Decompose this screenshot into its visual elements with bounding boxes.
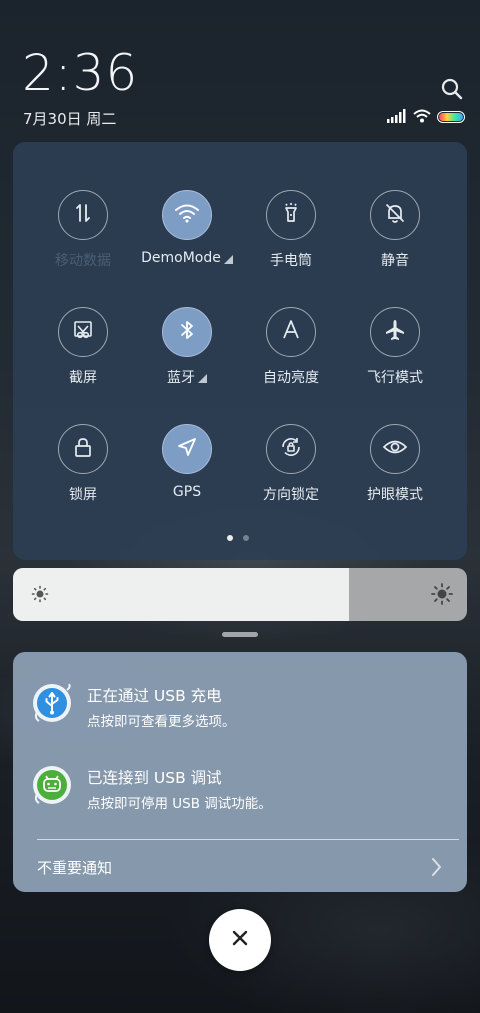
brightness-fill — [13, 568, 349, 621]
tile-label-text: 自动亮度 — [263, 370, 319, 386]
tile-screenshot[interactable]: 截屏 — [31, 307, 135, 407]
signal-icon — [387, 108, 407, 127]
page-indicator — [227, 535, 249, 541]
tile-label: 飞行模式 — [367, 367, 423, 387]
wifi-icon — [413, 108, 431, 127]
tile-bluetooth[interactable]: 蓝牙 — [135, 307, 239, 407]
tile-auto-brightness[interactable]: 自动亮度 — [239, 307, 343, 407]
tile-toggle[interactable] — [370, 424, 420, 474]
tile-lock-screen[interactable]: 锁屏 — [31, 424, 135, 524]
tile-label: GPS — [173, 484, 201, 500]
tile-rotation-lock[interactable]: 方向锁定 — [239, 424, 343, 524]
tile-mute[interactable]: 静音 — [343, 190, 447, 290]
date: 7月30日 周二 — [23, 110, 117, 128]
tile-label: 静音 — [381, 250, 409, 270]
tile-label: 自动亮度 — [263, 367, 319, 387]
tile-wifi[interactable]: DemoMode — [135, 190, 239, 290]
brightness-high-icon — [431, 583, 453, 609]
android-icon — [31, 764, 73, 806]
notification-body: 点按即可查看更多选项。 — [87, 714, 236, 730]
unimportant-notifications-link[interactable]: 不重要通知 — [37, 857, 112, 878]
tile-toggle[interactable] — [162, 424, 212, 474]
tile-toggle[interactable] — [370, 190, 420, 240]
usb-icon — [31, 682, 73, 724]
tile-label-text: 护眼模式 — [367, 487, 423, 503]
expand-indicator-icon[interactable] — [198, 374, 207, 383]
page-dot-2[interactable] — [243, 535, 249, 541]
bell-mute-icon — [383, 201, 407, 229]
clock: 2:36 — [22, 44, 139, 102]
brightness-low-icon — [31, 585, 49, 607]
divider — [37, 839, 459, 840]
notification-usb-debugging[interactable]: 已连接到 USB 调试 点按即可停用 USB 调试功能。 — [31, 764, 451, 824]
page-dot-1[interactable] — [227, 535, 233, 541]
tile-label-text: 蓝牙 — [167, 370, 195, 386]
tile-toggle[interactable] — [266, 190, 316, 240]
status-bar-icons — [387, 108, 465, 126]
tile-label-text: 手电筒 — [270, 253, 312, 269]
tile-label: DemoMode — [141, 250, 233, 266]
tile-label-text: 方向锁定 — [263, 487, 319, 503]
tile-label: 锁屏 — [69, 484, 97, 504]
tile-eye-care[interactable]: 护眼模式 — [343, 424, 447, 524]
tile-toggle[interactable] — [58, 307, 108, 357]
tile-toggle[interactable] — [266, 307, 316, 357]
tile-toggle[interactable] — [370, 307, 420, 357]
expand-indicator-icon[interactable] — [223, 255, 233, 264]
tile-toggle[interactable] — [162, 307, 212, 357]
notification-body: 点按即可停用 USB 调试功能。 — [87, 796, 272, 812]
tile-flashlight[interactable]: 手电筒 — [239, 190, 343, 290]
tile-label-text: 飞行模式 — [367, 370, 423, 386]
notification-title: 已连接到 USB 调试 — [87, 769, 222, 787]
tile-label: 手电筒 — [270, 250, 312, 270]
wifi-icon — [174, 203, 200, 227]
quick-settings-panel: 移动数据 DemoMode 手电筒 静音截屏 蓝牙 自动亮度 飞行模式锁屏 GPS 方向锁定 护眼… — [13, 142, 467, 560]
tile-label: 方向锁定 — [263, 484, 319, 504]
tile-label-text: 截屏 — [69, 370, 97, 386]
bluetooth-icon — [177, 318, 197, 346]
tile-label-text: DemoMode — [141, 250, 221, 266]
data-arrows-icon — [71, 201, 95, 229]
battery-level — [439, 112, 463, 121]
notification-usb-charging[interactable]: 正在通过 USB 充电 点按即可查看更多选项。 — [31, 682, 451, 742]
battery-icon — [437, 108, 465, 127]
flashlight-icon — [279, 201, 303, 229]
tile-label-text: 移动数据 — [55, 253, 111, 269]
tile-gps[interactable]: GPS — [135, 424, 239, 524]
lock-icon — [71, 435, 95, 463]
panel-drag-handle[interactable] — [222, 632, 258, 637]
tile-label-text: 锁屏 — [69, 487, 97, 503]
tile-toggle[interactable] — [266, 424, 316, 474]
eye-icon — [382, 435, 408, 463]
tile-label-text: GPS — [172, 484, 202, 500]
notification-panel: 正在通过 USB 充电 点按即可查看更多选项。 已连接到 USB 调试 点按即可… — [13, 652, 467, 892]
rotation-lock-icon — [279, 435, 303, 463]
notification-title: 正在通过 USB 充电 — [87, 687, 222, 705]
tile-mobile-data[interactable]: 移动数据 — [31, 190, 135, 290]
airplane-icon — [383, 318, 407, 346]
tile-airplane[interactable]: 飞行模式 — [343, 307, 447, 407]
tile-label: 蓝牙 — [167, 367, 207, 387]
auto-brightness-icon — [279, 318, 303, 346]
tile-toggle[interactable] — [162, 190, 212, 240]
location-arrow-icon — [175, 435, 199, 463]
search-icon[interactable] — [440, 77, 464, 101]
tile-label-text: 静音 — [381, 253, 409, 269]
close-icon — [231, 929, 249, 951]
tile-toggle[interactable] — [58, 190, 108, 240]
tile-label: 移动数据 — [55, 250, 111, 270]
scissors-icon — [71, 318, 95, 346]
tile-label: 截屏 — [69, 367, 97, 387]
close-button[interactable] — [209, 909, 271, 971]
tile-toggle[interactable] — [58, 424, 108, 474]
tile-label: 护眼模式 — [367, 484, 423, 504]
brightness-slider[interactable] — [13, 568, 467, 621]
chevron-right-icon[interactable] — [430, 857, 442, 881]
